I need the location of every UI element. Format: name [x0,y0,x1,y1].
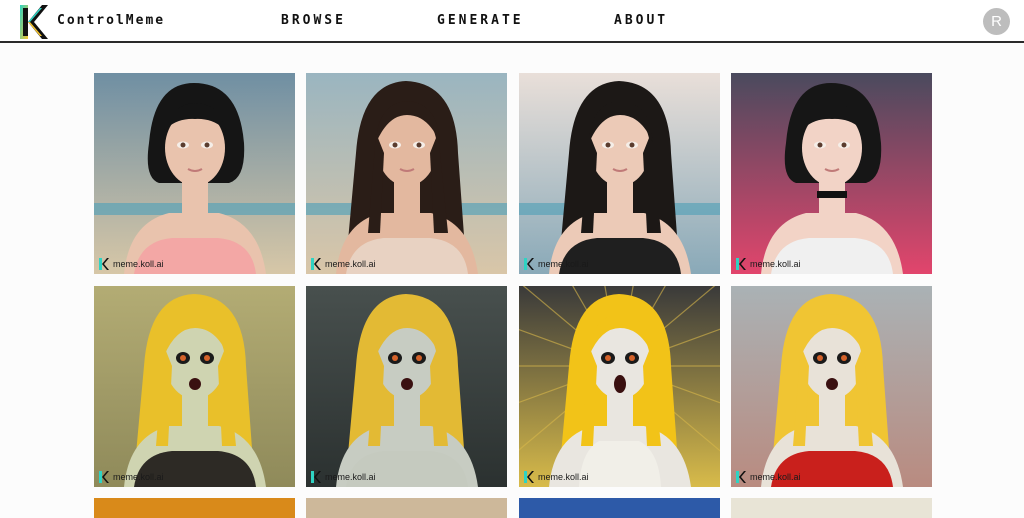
gallery-card[interactable] [306,498,507,518]
gallery-card[interactable]: meme.koll.ai [731,73,932,274]
watermark: meme.koll.ai [524,471,589,483]
generated-meme-image [306,286,507,487]
top-navigation-bar: ControlMeme BROWSE GENERATE ABOUT R [0,0,1024,43]
watermark-text: meme.koll.ai [750,259,801,269]
generated-meme-image [519,73,720,274]
k-logo-icon [736,258,746,270]
watermark-text: meme.koll.ai [538,472,589,482]
k-logo-icon [20,5,48,39]
k-logo-icon [524,471,534,483]
k-logo-icon [99,258,109,270]
nav-browse[interactable]: BROWSE [281,13,346,28]
gallery-card[interactable] [519,498,720,518]
gallery-card[interactable]: meme.koll.ai [306,73,507,274]
gallery-card[interactable] [94,498,295,518]
generated-meme-image [94,286,295,487]
watermark: meme.koll.ai [99,258,164,270]
nav-generate[interactable]: GENERATE [437,13,524,28]
watermark-text: meme.koll.ai [750,472,801,482]
gallery-card[interactable]: meme.koll.ai [306,286,507,487]
k-logo-icon [311,258,321,270]
generated-meme-image [519,286,720,487]
watermark: meme.koll.ai [736,258,801,270]
controlmeme-logo[interactable] [20,5,48,39]
generated-meme-image [306,73,507,274]
nav-about[interactable]: ABOUT [614,13,668,28]
gallery-card[interactable]: meme.koll.ai [94,73,295,274]
gallery-card[interactable]: meme.koll.ai [731,286,932,487]
gallery-card[interactable]: meme.koll.ai [519,73,720,274]
generated-meme-image [731,73,932,274]
watermark-text: meme.koll.ai [538,259,589,269]
user-avatar[interactable]: R [983,8,1010,35]
generated-meme-image [731,286,932,487]
watermark: meme.koll.ai [311,471,376,483]
k-logo-icon [736,471,746,483]
gallery-card[interactable]: meme.koll.ai [94,286,295,487]
k-logo-icon [99,471,109,483]
k-logo-icon [524,258,534,270]
watermark: meme.koll.ai [99,471,164,483]
watermark: meme.koll.ai [524,258,589,270]
watermark-text: meme.koll.ai [325,472,376,482]
watermark-text: meme.koll.ai [113,259,164,269]
watermark: meme.koll.ai [736,471,801,483]
k-logo-icon [311,471,321,483]
watermark: meme.koll.ai [311,258,376,270]
gallery-card[interactable]: meme.koll.ai [519,286,720,487]
watermark-text: meme.koll.ai [325,259,376,269]
gallery-card[interactable] [731,498,932,518]
generated-meme-image [94,73,295,274]
watermark-text: meme.koll.ai [113,472,164,482]
brand-name[interactable]: ControlMeme [57,13,165,28]
